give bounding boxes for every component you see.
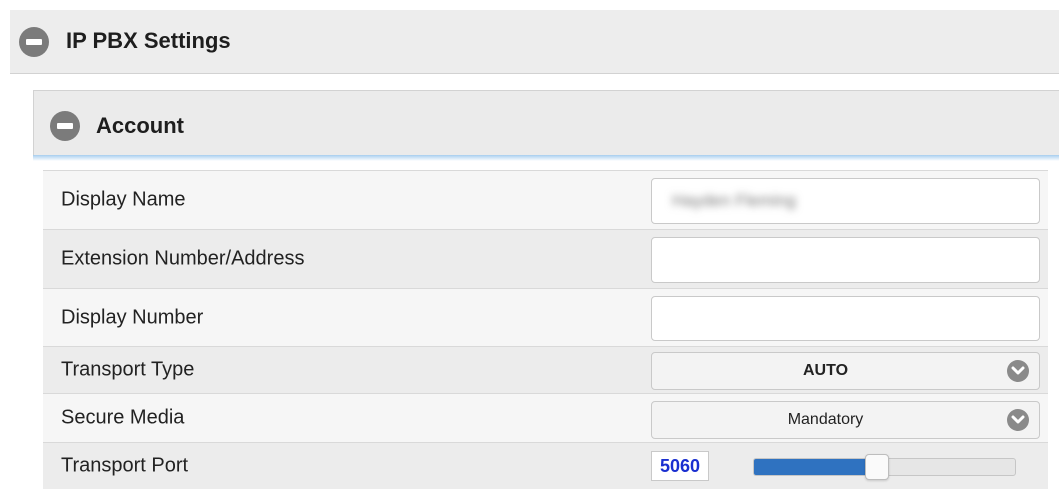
slider-thumb[interactable] [864,454,889,480]
transport-port-slider[interactable] [753,454,1016,480]
form-row-display-name: Display Name Hayden Fleming [43,170,1048,229]
collapse-icon[interactable] [50,111,80,141]
transport-port-value: 5060 [651,451,709,481]
form-row-extension: Extension Number/Address [43,229,1048,288]
form-row-display-number: Display Number [43,288,1048,346]
transport-type-select[interactable]: AUTO [651,352,1040,390]
subsection-title: Account [96,113,184,138]
display-name-value: Hayden Fleming [672,191,796,210]
secure-media-select[interactable]: Mandatory [651,401,1040,439]
display-name-label: Display Name [61,188,186,211]
chevron-down-icon[interactable] [1007,409,1029,431]
header-divider [33,155,1059,161]
form-row-transport-type: Transport Type AUTO [43,346,1048,393]
extension-label: Extension Number/Address [61,247,305,270]
transport-type-value: AUTO [802,362,849,379]
ip-pbx-settings-header[interactable]: IP PBX Settings [10,10,1059,74]
form-row-transport-port: Transport Port 5060 [43,442,1048,489]
chevron-down-icon[interactable] [1007,360,1029,382]
account-header[interactable]: Account [33,90,1059,156]
display-number-label: Display Number [61,306,204,328]
transport-type-label: Transport Type [61,358,195,381]
section-title: IP PBX Settings [66,28,231,53]
secure-media-value: Mandatory [787,411,864,428]
collapse-icon[interactable] [19,27,49,57]
transport-port-label: Transport Port [61,454,189,477]
extension-field[interactable] [651,237,1040,283]
secure-media-label: Secure Media [61,406,185,429]
slider-fill [754,459,877,475]
display-name-field[interactable]: Hayden Fleming [651,178,1040,224]
form-row-secure-media: Secure Media Mandatory [43,393,1048,442]
display-number-field[interactable] [651,296,1040,341]
account-form: Display Name Hayden Fleming Extension Nu… [43,170,1048,489]
